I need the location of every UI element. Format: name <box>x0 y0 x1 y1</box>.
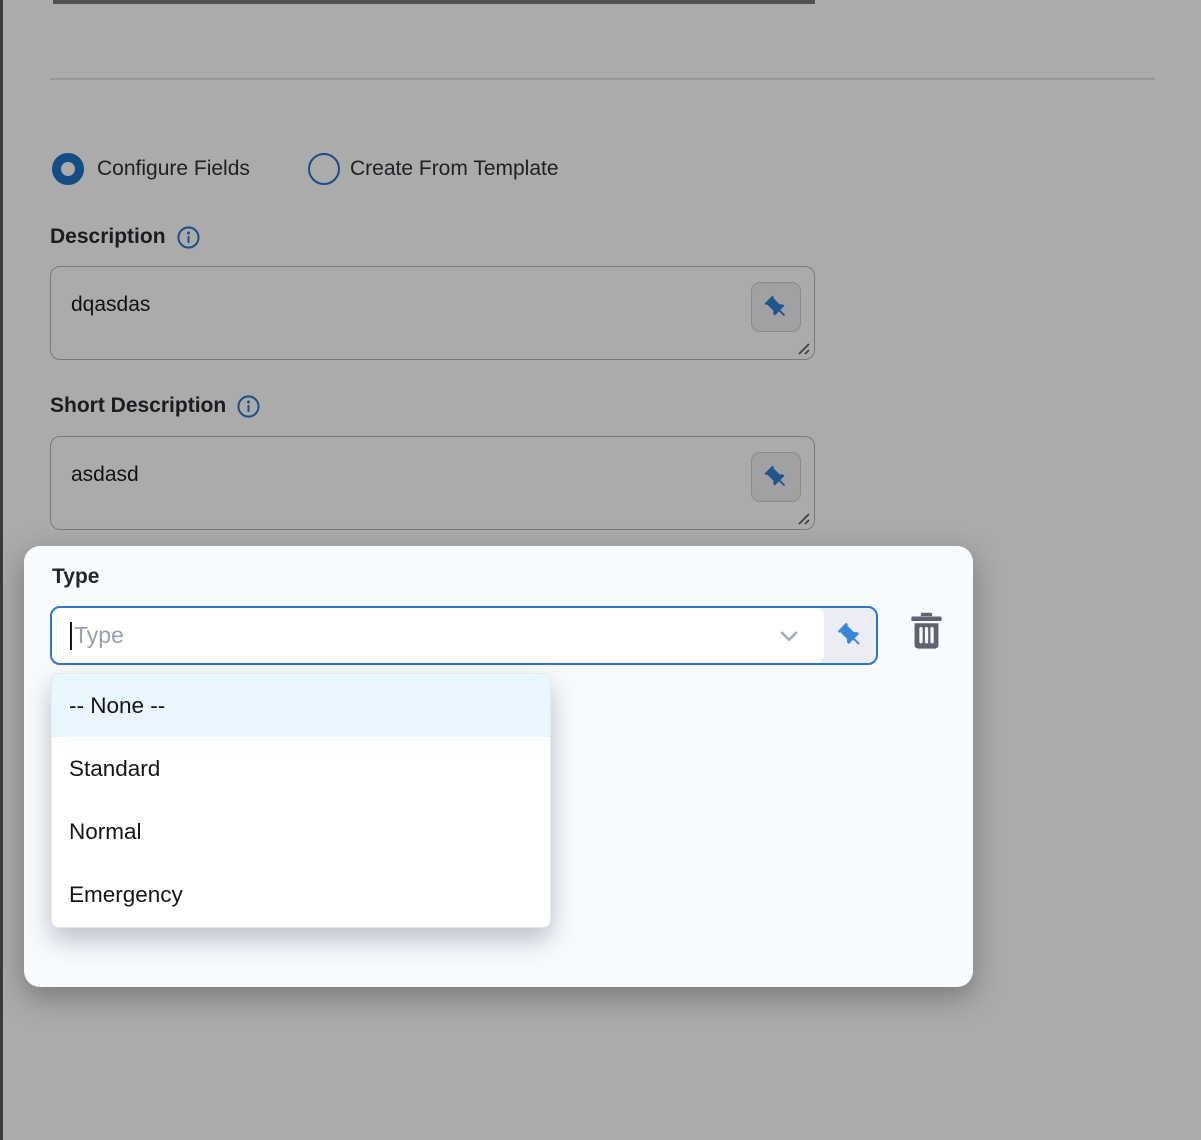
type-label: Type <box>52 565 99 589</box>
chevron-down-icon <box>776 623 802 649</box>
change-request-form-screen: { "radio_group": { "options": [ { "label… <box>0 0 1201 1140</box>
type-input-area <box>52 608 824 663</box>
delete-type-field-button[interactable] <box>904 608 948 652</box>
type-dropdown-list: -- None -- Standard Normal Emergency <box>51 673 551 928</box>
type-dropdown-toggle[interactable] <box>776 608 802 663</box>
dropdown-option-emergency[interactable]: Emergency <box>52 864 550 927</box>
dropdown-option-standard[interactable]: Standard <box>52 737 550 800</box>
trash-icon <box>909 611 944 650</box>
dropdown-option-none[interactable]: -- None -- <box>52 674 550 737</box>
pushpin-icon <box>836 621 865 650</box>
text-caret <box>70 622 72 650</box>
type-input[interactable] <box>74 608 764 663</box>
type-combobox <box>50 606 878 665</box>
dropdown-option-normal[interactable]: Normal <box>52 801 550 864</box>
type-pin-button[interactable] <box>824 608 876 663</box>
type-field-highlight-card: Type -- None -- Standa <box>24 546 973 987</box>
